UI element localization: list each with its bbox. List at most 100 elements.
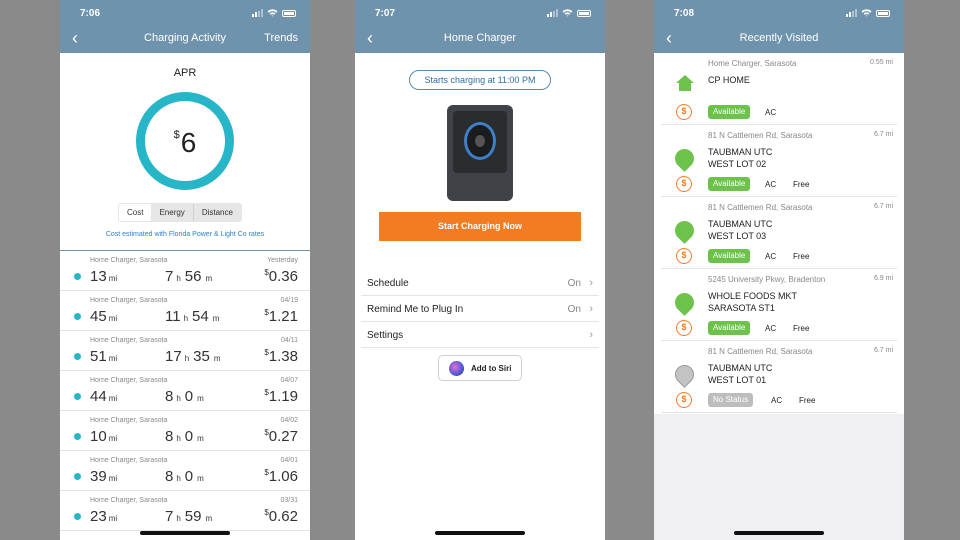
session-row[interactable]: Home Charger, Sarasota Yesterday 13 mi 7 h 56 m… bbox=[60, 251, 310, 291]
session-row[interactable]: Home Charger, Sarasota 04/02 10 mi 8 h 0 m $0.27 bbox=[60, 411, 310, 451]
location-row[interactable]: 81 N Cattlemen Rd, Sarasota 6.7 mi TAUBMAN… bbox=[661, 341, 897, 413]
summary-section: APR $6 Cost Energy Distance Cost estimat… bbox=[60, 53, 310, 251]
add-to-siri-button[interactable]: Add to Siri bbox=[438, 355, 522, 381]
plug-icon bbox=[464, 122, 496, 160]
price-label: Free bbox=[799, 396, 816, 405]
session-dot-icon bbox=[74, 433, 81, 440]
settings-list: Schedule On › Remind Me to Plug In On › … bbox=[361, 270, 599, 348]
status-icons bbox=[547, 9, 591, 17]
session-duration: 8h0m bbox=[165, 428, 204, 445]
home-indicator bbox=[435, 531, 525, 535]
chevron-right-icon: › bbox=[589, 277, 593, 289]
session-row[interactable]: Home Charger, Sarasota 03/31 23 mi 7 h 59 m $0.6… bbox=[60, 491, 310, 531]
status-bar: 7:08 bbox=[654, 0, 904, 26]
cost-coin-icon: $ bbox=[676, 320, 692, 336]
session-row[interactable]: Home Charger, Sarasota 04/01 39 mi 8 h 0 m $1.06 bbox=[60, 451, 310, 491]
tab-distance[interactable]: Distance bbox=[192, 204, 241, 221]
session-distance: 45 mi bbox=[90, 308, 118, 325]
session-date: Yesterday bbox=[267, 257, 298, 264]
session-location: Home Charger, Sarasota bbox=[90, 377, 168, 384]
session-location: Home Charger, Sarasota bbox=[90, 417, 168, 424]
session-date: 04/11 bbox=[281, 337, 298, 344]
wifi-icon bbox=[562, 9, 573, 17]
session-date: 04/19 bbox=[280, 297, 298, 304]
session-duration: 17 h 35 m bbox=[165, 348, 221, 365]
location-address: 81 N Cattlemen Rd, Sarasota bbox=[708, 131, 813, 140]
location-name: TAUBMAN UTC WEST LOT 03 bbox=[708, 219, 773, 241]
session-row[interactable]: Home Charger, Sarasota 04/07 44 mi 8 h 0 m $1.19 bbox=[60, 371, 310, 411]
start-charging-button[interactable]: Start Charging Now bbox=[379, 212, 581, 241]
location-address: 81 N Cattlemen Rd, Sarasota bbox=[708, 347, 813, 356]
schedule-row[interactable]: Schedule On › bbox=[361, 270, 599, 296]
session-location: Home Charger, Sarasota bbox=[90, 497, 168, 504]
session-list: Home Charger, Sarasota Yesterday 13 mi 7 h 56 m… bbox=[60, 251, 310, 531]
location-row[interactable]: Home Charger, Sarasota 0.55 mi CP HOME $ Ava… bbox=[661, 53, 897, 125]
cost-coin-icon: $ bbox=[676, 104, 692, 120]
location-row[interactable]: 5245 University Pkwy, Bradenton 6.9 mi WHO… bbox=[661, 269, 897, 341]
session-duration: 7 h 56 m bbox=[165, 268, 213, 285]
status-badge: Available bbox=[708, 105, 751, 119]
session-distance: 44 mi bbox=[90, 388, 118, 405]
total-amount: $6 bbox=[173, 127, 197, 158]
siri-icon bbox=[449, 361, 464, 376]
session-cost: $1.19 bbox=[264, 388, 298, 405]
session-dot-icon bbox=[74, 353, 81, 360]
pin-icon bbox=[671, 145, 698, 172]
signal-icon bbox=[252, 9, 263, 17]
location-name: TAUBMAN UTC WEST LOT 01 bbox=[708, 363, 773, 385]
status-badge: Available bbox=[708, 249, 751, 263]
status-badge: Available bbox=[708, 321, 751, 335]
connector-type: AC bbox=[765, 252, 777, 261]
chevron-right-icon: › bbox=[589, 329, 593, 341]
location-address: Home Charger, Sarasota bbox=[708, 59, 797, 68]
session-distance: 39 mi bbox=[90, 468, 118, 485]
settings-row[interactable]: Settings › bbox=[361, 322, 599, 348]
recently-visited-screen: 7:08 ‹ Recently Visited Home Charger, Sa… bbox=[654, 0, 904, 540]
session-date: 03/31 bbox=[280, 497, 298, 504]
session-distance: 23 mi bbox=[90, 508, 118, 525]
battery-icon bbox=[282, 9, 296, 17]
pin-icon bbox=[671, 217, 698, 244]
empty-area bbox=[654, 414, 904, 540]
location-distance: 6.7 mi bbox=[873, 347, 893, 354]
status-time: 7:07 bbox=[375, 8, 396, 19]
location-row[interactable]: 81 N Cattlemen Rd, Sarasota 6.7 mi TAUBMAN… bbox=[661, 197, 897, 269]
home-charger-screen: 7:07 ‹ Home Charger Starts charging at 1… bbox=[355, 0, 605, 540]
tab-energy[interactable]: Energy bbox=[151, 204, 192, 221]
connector-type: AC bbox=[765, 324, 777, 333]
connector-type: AC bbox=[765, 108, 777, 117]
location-name: WHOLE FOODS MKT SARASOTA ST1 bbox=[708, 291, 798, 313]
nav-bar: 7:08 ‹ Recently Visited bbox=[654, 0, 904, 53]
session-cost: $1.38 bbox=[264, 348, 298, 365]
pin-icon bbox=[671, 289, 698, 316]
location-row[interactable]: 81 N Cattlemen Rd, Sarasota 6.7 mi TAUBMAN… bbox=[661, 125, 897, 197]
tab-cost[interactable]: Cost bbox=[119, 204, 152, 221]
nav-bar: 7:06 ‹ Charging Activity Trends bbox=[60, 0, 310, 53]
session-row[interactable]: Home Charger, Sarasota 04/19 45 mi 11 h 54 m $1.… bbox=[60, 291, 310, 331]
session-cost: $0.27 bbox=[264, 428, 298, 445]
price-label: Free bbox=[793, 252, 810, 261]
month-label: APR bbox=[173, 67, 197, 79]
remind-plug-in-row[interactable]: Remind Me to Plug In On › bbox=[361, 296, 599, 322]
cost-coin-icon: $ bbox=[676, 248, 692, 264]
session-cost: $1.06 bbox=[264, 468, 298, 485]
battery-icon bbox=[577, 9, 591, 17]
price-label: Free bbox=[793, 180, 810, 189]
session-row[interactable]: Home Charger, Sarasota 04/11 51 mi 17 h 35 m $1.… bbox=[60, 331, 310, 371]
battery-icon bbox=[876, 9, 890, 17]
home-indicator bbox=[140, 531, 230, 535]
status-badge: Available bbox=[708, 177, 751, 191]
wifi-icon bbox=[861, 9, 872, 17]
status-time: 7:06 bbox=[80, 8, 101, 19]
location-distance: 6.7 mi bbox=[873, 203, 893, 210]
session-date: 04/02 bbox=[280, 417, 298, 424]
location-address: 81 N Cattlemen Rd, Sarasota bbox=[708, 203, 813, 212]
trends-button[interactable]: Trends bbox=[264, 32, 298, 44]
rates-link[interactable]: Cost estimated with Florida Power & Ligh… bbox=[60, 231, 310, 238]
session-dot-icon bbox=[74, 473, 81, 480]
session-dot-icon bbox=[74, 313, 81, 320]
cost-coin-icon: $ bbox=[676, 392, 692, 408]
house-icon bbox=[676, 75, 694, 91]
schedule-chip[interactable]: Starts charging at 11:00 PM bbox=[409, 70, 551, 90]
location-name: TAUBMAN UTC WEST LOT 02 bbox=[708, 147, 773, 169]
